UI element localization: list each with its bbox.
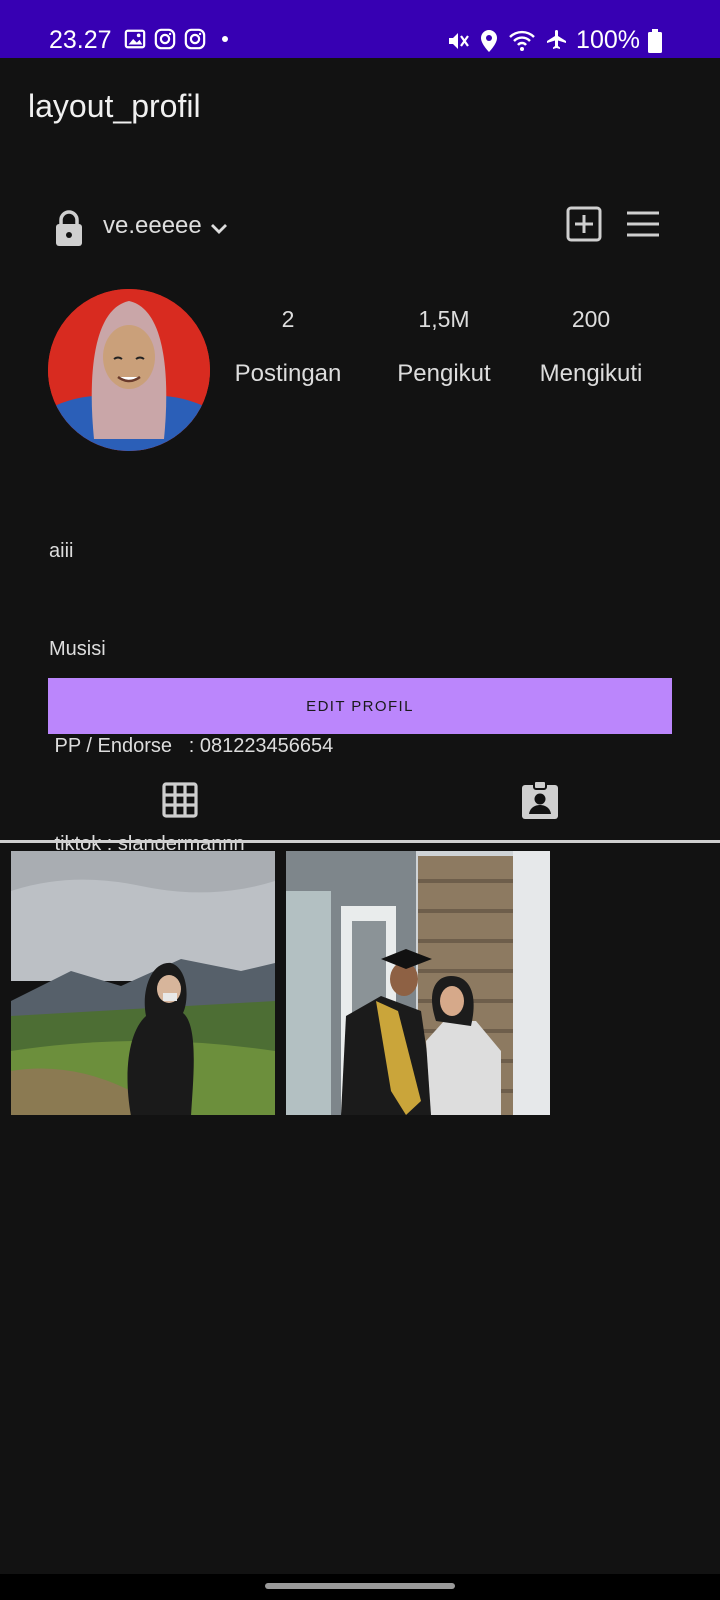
profile-photo — [48, 289, 210, 451]
bio-line: PP / Endorse : 081223456654 — [49, 735, 334, 757]
status-time: 23.27 — [49, 26, 112, 54]
stat-followers[interactable]: 1,5M Pengikut — [369, 306, 519, 388]
edit-profile-button[interactable]: EDIT PROFIL — [48, 678, 672, 734]
chevron-down-icon[interactable] — [209, 222, 229, 236]
add-post-icon[interactable] — [566, 206, 602, 242]
menu-icon[interactable] — [626, 210, 660, 238]
instagram-icon — [154, 28, 176, 50]
posts-label: Postingan — [234, 360, 342, 387]
following-label: Mengikuti — [539, 360, 643, 387]
tab-tagged[interactable] — [360, 760, 720, 840]
image-icon — [124, 29, 146, 49]
battery-level: 100% — [576, 26, 640, 54]
profile-header: ve.eeeee — [0, 200, 720, 260]
tab-divider — [0, 840, 720, 843]
tab-grid[interactable] — [0, 760, 360, 840]
bio-name: aiii — [49, 540, 74, 562]
post-photo-mountain — [11, 851, 275, 1115]
avatar[interactable] — [48, 289, 210, 451]
lock-icon — [56, 210, 82, 246]
airplane-icon — [547, 29, 567, 49]
app-bar: layout_profil — [0, 58, 720, 158]
app-title: layout_profil — [28, 88, 201, 124]
navigation-bar — [0, 1574, 720, 1600]
wifi-icon — [509, 30, 535, 51]
posts-count: 2 — [281, 306, 295, 332]
post-photo-graduation — [286, 851, 550, 1115]
username[interactable]: ve.eeeee — [103, 212, 202, 240]
home-gesture-handle[interactable] — [265, 1583, 455, 1589]
stat-posts[interactable]: 2 Postingan — [213, 306, 363, 388]
post-thumbnail[interactable] — [286, 851, 550, 1115]
followers-count: 1,5M — [418, 306, 470, 332]
bio-line: Musisi — [49, 637, 106, 660]
stat-following[interactable]: 200 Mengikuti — [516, 306, 666, 388]
following-count: 200 — [571, 306, 611, 332]
tagged-person-icon — [522, 780, 558, 819]
mute-icon — [449, 32, 469, 49]
location-icon — [481, 29, 498, 52]
battery-icon — [648, 28, 662, 53]
instagram-icon — [184, 28, 206, 50]
post-thumbnail[interactable] — [11, 851, 275, 1115]
status-bar: 23.27 100% — [0, 0, 720, 58]
grid-icon — [162, 782, 198, 818]
followers-label: Pengikut — [397, 360, 491, 387]
dot-icon — [222, 36, 228, 42]
